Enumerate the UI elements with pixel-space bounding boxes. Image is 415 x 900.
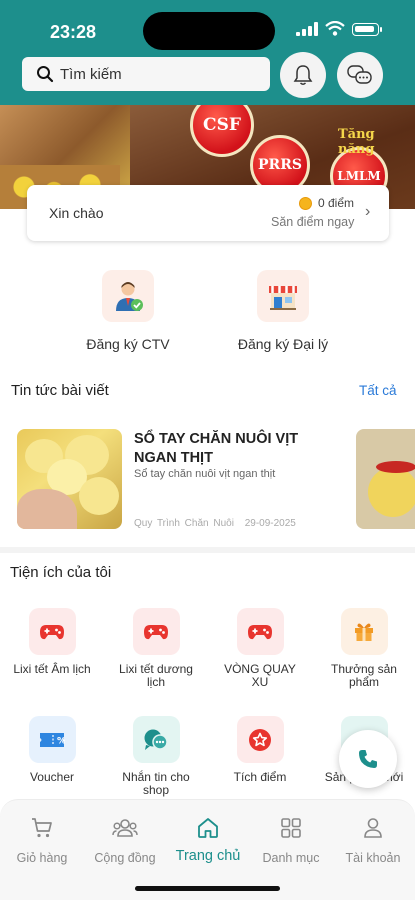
tab-community[interactable]: Cộng đồng [80, 816, 170, 865]
utility-lixi-solar[interactable]: Lixi tết dương lịch [111, 608, 201, 689]
gamepad-icon [28, 608, 76, 655]
utility-label: Voucher [29, 770, 75, 784]
tab-label: Giỏ hàng [16, 851, 68, 865]
messages-button[interactable] [337, 52, 383, 98]
gamepad-icon [132, 608, 180, 655]
svg-text:%: % [57, 736, 65, 746]
coin-icon [299, 196, 312, 210]
notification-button[interactable] [280, 52, 326, 98]
utility-lucky-wheel[interactable]: VÒNG QUAY XU [215, 608, 305, 689]
gamepad-icon [236, 608, 284, 655]
utility-label: Nhắn tin cho shop [122, 770, 190, 797]
utility-label: Lixi tết Âm lịch [13, 662, 91, 676]
banner-tagline: Tăng năng [338, 127, 375, 157]
tab-account[interactable]: Tài khoản [328, 816, 415, 865]
register-ctv-button[interactable]: Đăng ký CTV [53, 270, 203, 352]
article-title[interactable]: SỔ TAY CHĂN NUÔI VỊT NGAN THỊT [134, 430, 314, 468]
greeting-text: Xin chào [49, 205, 104, 221]
article-meta: Quy Trình Chăn Nuôi 29-09-2025 [134, 518, 296, 529]
article-date: 29-09-2025 [244, 518, 296, 529]
tab-label: Danh mục [262, 851, 320, 865]
status-bar: 23:28 [0, 0, 415, 52]
news-section-title: Tin tức bài viết [11, 382, 109, 399]
utility-message-shop[interactable]: Nhắn tin cho shop [111, 716, 201, 797]
search-icon [37, 66, 54, 83]
utility-label: Tích điểm [233, 770, 287, 784]
phone-icon [359, 750, 377, 768]
chat-bubbles-icon [347, 65, 372, 84]
home-screen: 23:28 Tìm kiếm CSF PRRS LMLM Tăng năng X… [0, 0, 415, 900]
article-subtitle: Sổ tay chăn nuôi vịt ngan thịt [134, 468, 276, 480]
store-icon [257, 270, 309, 322]
register-agency-button[interactable]: Đăng ký Đại lý [208, 270, 358, 352]
search-placeholder: Tìm kiếm [60, 65, 122, 83]
article-category: Quy Trình Chăn Nuôi [134, 518, 234, 529]
home-icon [198, 818, 218, 838]
community-icon [112, 819, 138, 837]
register-agency-label: Đăng ký Đại lý [237, 336, 329, 352]
bell-icon [293, 65, 313, 85]
user-icon [364, 818, 382, 838]
earn-points-link[interactable]: Săn điểm ngay [271, 215, 354, 229]
cart-icon [32, 818, 52, 838]
tab-categories[interactable]: Danh mục [246, 816, 336, 865]
bottom-navigation: Giỏ hàng Cộng đồng Trang chủ Danh mục Tà… [0, 799, 415, 900]
points-value: 0 điểm [318, 196, 355, 210]
points-display: 0 điểm [299, 196, 354, 210]
tab-home[interactable]: Trang chủ [163, 816, 253, 864]
utility-label: Thưởng sản phẩm [331, 662, 397, 689]
greeting-card[interactable]: Xin chào 0 điểm Săn điểm ngay › [27, 185, 389, 241]
section-divider [0, 547, 415, 553]
utility-voucher[interactable]: % Voucher [7, 716, 97, 784]
tab-label: Tài khoản [345, 851, 401, 865]
utilities-section-title: Tiện ích của tôi [10, 564, 112, 581]
battery-icon [352, 23, 382, 36]
utility-product-reward[interactable]: Thưởng sản phẩm [319, 608, 409, 689]
wifi-icon [325, 21, 345, 36]
grid-icon [281, 818, 301, 838]
tab-label: Trang chủ [175, 848, 241, 864]
article-thumbnail-next[interactable] [356, 429, 415, 529]
register-ctv-label: Đăng ký CTV [86, 336, 170, 352]
utility-accumulate-points[interactable]: Tích điểm [215, 716, 305, 784]
gift-icon [340, 608, 388, 655]
chevron-right-icon: › [365, 203, 371, 220]
dynamic-island [143, 12, 275, 50]
cellular-signal-icon [296, 22, 318, 36]
tab-cart[interactable]: Giỏ hàng [0, 816, 87, 865]
tab-label: Cộng đồng [94, 851, 156, 865]
utility-label: VÒNG QUAY XU [224, 662, 296, 689]
status-time: 23:28 [50, 22, 97, 42]
collaborator-icon [102, 270, 154, 322]
utility-lixi-lunar[interactable]: Lixi tết Âm lịch [7, 608, 97, 676]
chat-icon [132, 716, 180, 763]
call-button[interactable] [339, 730, 397, 788]
article-thumbnail[interactable] [17, 429, 122, 529]
star-icon [236, 716, 284, 763]
home-indicator [135, 886, 280, 891]
search-bar[interactable]: Tìm kiếm [22, 57, 270, 91]
voucher-icon: % [28, 716, 76, 763]
news-see-all-link[interactable]: Tất cả [359, 383, 397, 398]
utility-label: Lixi tết dương lịch [119, 662, 193, 689]
app-header: 23:28 Tìm kiếm [0, 0, 415, 105]
